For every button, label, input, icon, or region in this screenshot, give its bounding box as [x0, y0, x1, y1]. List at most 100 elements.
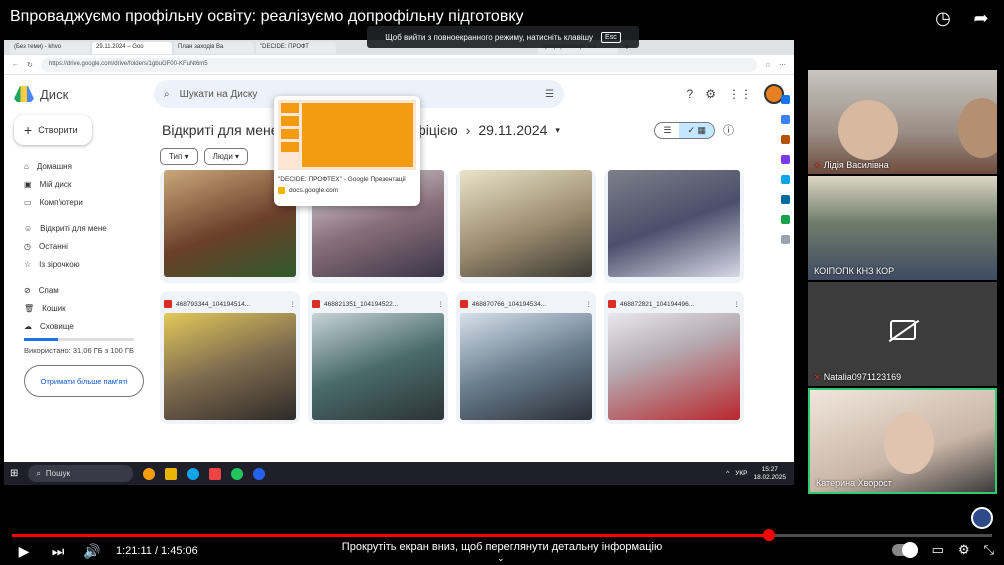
file-card[interactable]: [456, 170, 596, 283]
sidebar-item-home[interactable]: ⌂ Домашня: [14, 157, 154, 175]
spam-icon: ⊘: [24, 285, 31, 295]
sidebar-item-recent[interactable]: ◷ Останні: [14, 237, 154, 255]
video-title: Впроваджуємо профільну освіту: реалізуєм…: [10, 8, 524, 25]
participant-name-text: КОІПОПК КНЗ КОР: [814, 266, 895, 276]
slides-icon: [278, 187, 285, 194]
tag-icon[interactable]: [780, 115, 790, 124]
watch-later-icon[interactable]: ◷: [932, 8, 954, 29]
progress-bar[interactable]: [12, 529, 992, 541]
apps-grid-icon[interactable]: ⋮⋮: [728, 87, 752, 101]
tab-preview-popup[interactable]: "DECIDE: ПРОФТЕХ" - Google Презентації d…: [274, 96, 420, 206]
participant-name-text: Natalia0971123169: [823, 372, 902, 382]
windows-start-icon[interactable]: ⊞: [10, 468, 18, 479]
browser-tab[interactable]: План заходів Ва: [174, 41, 254, 54]
clock-time: 15:27: [761, 465, 778, 473]
get-more-storage-button[interactable]: Отримати більше пам'яті: [24, 365, 144, 397]
sidebar-item-label: Сховище: [40, 321, 74, 331]
browser-tab[interactable]: 29.11.2024 – Goo: [92, 41, 172, 54]
help-icon[interactable]: ?: [687, 87, 694, 101]
scroll-hint[interactable]: Прокрутіть екран вниз, щоб переглянути д…: [0, 541, 1004, 553]
share-icon[interactable]: ➦: [970, 8, 992, 29]
view-toggle[interactable]: ☰ ✓ ▦: [654, 121, 715, 139]
zoom-icon[interactable]: [253, 467, 266, 480]
sidebar-item-label: Спам: [38, 285, 59, 295]
settings-icon[interactable]: ⚙: [705, 87, 716, 101]
chevron-up-icon[interactable]: ^: [726, 470, 729, 477]
taskbar-clock[interactable]: 15:27 18.02.2025: [753, 466, 786, 482]
add-icon[interactable]: [780, 235, 790, 244]
sidebar-item-my-drive[interactable]: ▣ Мій диск: [14, 175, 154, 193]
image-thumbnail: [608, 313, 740, 420]
file-card[interactable]: 468872821_104194496... ⋮: [604, 291, 744, 424]
chrome-icon[interactable]: [231, 467, 244, 480]
edge-icon[interactable]: [187, 467, 200, 480]
settings-icon[interactable]: ⚙: [958, 542, 970, 558]
clock-date: 18.02.2025: [753, 473, 786, 481]
create-button[interactable]: + Створити: [14, 115, 92, 145]
breadcrumb-root[interactable]: Відкриті для мене: [162, 122, 279, 138]
video-player[interactable]: Впроваджуємо профільну освіту: реалізуєм…: [0, 0, 1004, 565]
file-card[interactable]: [604, 170, 744, 283]
filter-icon[interactable]: ☰: [545, 89, 554, 100]
briefcase-icon[interactable]: [780, 135, 790, 144]
keyboard-language[interactable]: УКР: [735, 470, 747, 477]
sidebar-item-trash[interactable]: 🗑 Кошик: [14, 299, 154, 317]
file-card[interactable]: 468821351_104194522... ⋮: [308, 291, 448, 424]
file-grid: 468793344_104194514... ⋮ 468821351_104194…: [160, 170, 750, 424]
storage-text: Використано: 31,06 ГБ з 100 ГБ: [24, 346, 134, 355]
autoplay-toggle[interactable]: [891, 542, 918, 558]
file-explorer-icon[interactable]: [165, 467, 178, 480]
list-view-icon[interactable]: ☰: [655, 123, 679, 138]
taskbar-search[interactable]: ⌕ Пошук: [28, 465, 134, 482]
games-icon[interactable]: [780, 175, 790, 184]
sidebar-item-computers[interactable]: ▭ Комп'ютери: [14, 193, 154, 211]
more-vert-icon[interactable]: ⋮: [586, 300, 593, 308]
participant-tile[interactable]: КОІПОПК КНЗ КОР: [808, 176, 997, 280]
more-vert-icon[interactable]: ⋮: [438, 300, 445, 308]
more-vert-icon[interactable]: ⋮: [734, 300, 741, 308]
sidebar-item-spam[interactable]: ⊘ Спам: [14, 281, 154, 299]
drive-logo[interactable]: Диск: [14, 86, 154, 102]
file-card[interactable]: 468793344_104194514... ⋮: [160, 291, 300, 424]
search-icon[interactable]: [780, 95, 790, 104]
star-icon[interactable]: ☆: [765, 61, 771, 69]
channel-watermark-logo[interactable]: [971, 507, 993, 529]
sidebar-item-storage[interactable]: ☁ Сховище: [14, 317, 154, 335]
clock-icon: ◷: [24, 241, 31, 251]
subtitles-icon[interactable]: ▭: [932, 542, 944, 558]
drive-icon: [14, 86, 34, 102]
slide-preview: [278, 100, 416, 170]
outlook-icon[interactable]: [780, 195, 790, 204]
store-icon[interactable]: [209, 467, 222, 480]
grid-view-icon[interactable]: ✓ ▦: [679, 122, 714, 138]
person-icon[interactable]: [780, 155, 790, 164]
info-icon[interactable]: ⓘ: [723, 122, 734, 138]
windows-taskbar: ⊞ ⌕ Пошук ^ УКР 15:27 18.02.2025: [4, 462, 794, 485]
chevron-down-icon[interactable]: ▾: [555, 125, 560, 136]
participant-tile[interactable]: ✕ Natalia0971123169: [808, 282, 997, 386]
drive-main: Відкриті для мене офіцією › 29.11.2024 ▾…: [160, 115, 760, 455]
browser-tab[interactable]: (Без теми) - khvo: [10, 41, 90, 54]
reload-icon[interactable]: ↻: [27, 61, 33, 69]
filter-type-chip[interactable]: Тип ▾: [160, 147, 198, 165]
chevron-down-icon[interactable]: ⌄: [497, 553, 505, 564]
file-card[interactable]: 468870766_104194534... ⋮: [456, 291, 596, 424]
send-icon[interactable]: [780, 215, 790, 224]
back-icon[interactable]: ←: [12, 61, 19, 68]
more-vert-icon[interactable]: ⋮: [290, 300, 297, 308]
sparkle-icon[interactable]: [143, 467, 156, 480]
sidebar-item-label: Мій диск: [39, 179, 72, 189]
sidebar-item-shared[interactable]: ☺ Відкриті для мене: [14, 219, 154, 237]
participant-tile[interactable]: ✕ Лідія Василівна: [808, 70, 997, 174]
browser-tab[interactable]: "DECIDE: ПРОФТ: [256, 41, 336, 54]
breadcrumb-current[interactable]: 29.11.2024: [478, 122, 547, 138]
exit-fullscreen-icon[interactable]: ⤡: [984, 542, 994, 558]
filter-people-chip[interactable]: Люди ▾: [203, 147, 249, 165]
address-bar[interactable]: https://drive.google.com/drive/folders/1…: [40, 57, 757, 72]
sidebar-item-label: Із зірочкою: [39, 259, 80, 269]
participant-tile-active-speaker[interactable]: Катерина Хворост: [808, 388, 997, 494]
sidebar-item-starred[interactable]: ☆ Із зірочкою: [14, 255, 154, 273]
chevron-right-icon: ›: [465, 122, 471, 138]
drive-folder-icon: ▣: [24, 179, 32, 189]
extensions-icon[interactable]: ⋯: [779, 61, 786, 69]
